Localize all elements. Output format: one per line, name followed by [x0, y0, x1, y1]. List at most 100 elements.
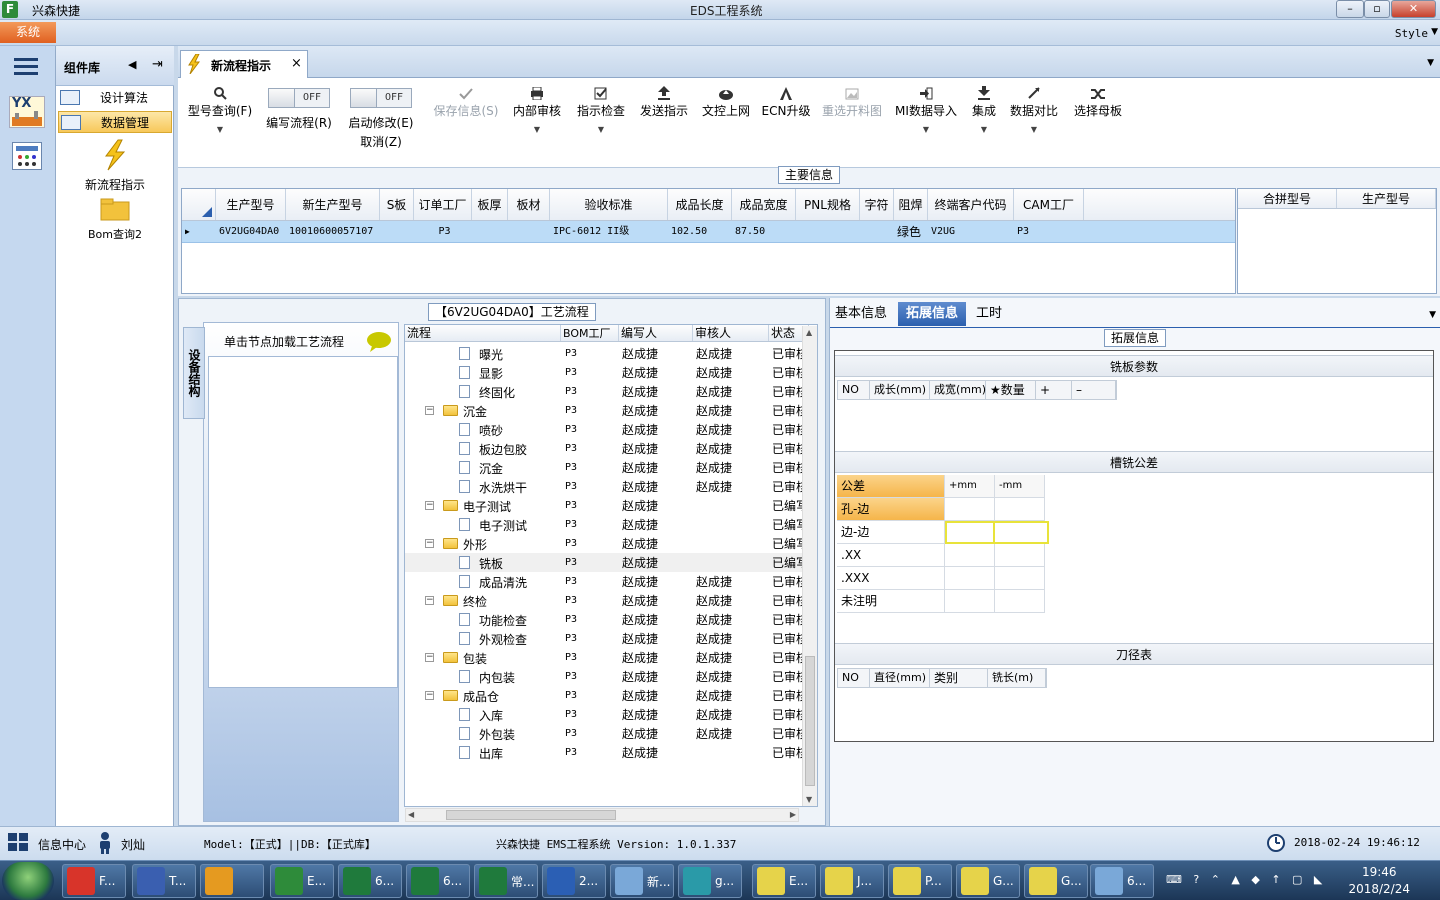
taskbar-app-button[interactable]: 常... — [474, 864, 538, 898]
tree-cell-bom[interactable]: P3 — [561, 462, 619, 473]
scroll-up-icon[interactable]: ▲ — [806, 328, 812, 337]
dock-icon[interactable]: ⇥ — [152, 57, 163, 72]
send-instruction-button[interactable]: 发送指示 — [636, 78, 692, 168]
table-cell[interactable]: IPC-6012 II级 — [550, 221, 668, 242]
tree-cell-writer[interactable]: 赵成捷 — [619, 345, 693, 362]
taskbar-app-button[interactable]: P... — [888, 864, 952, 898]
tree-row[interactable]: − 包装 P3 赵成捷 赵成捷 已审核 — [405, 648, 809, 667]
select-mother-board-button[interactable]: 选择母板 — [1070, 78, 1126, 168]
tree-cell-writer[interactable]: 赵成捷 — [619, 440, 693, 457]
column-header[interactable]: 合拼型号 — [1238, 189, 1337, 208]
tree-row[interactable]: 内包装 P3 赵成捷 赵成捷 已审核 — [405, 667, 809, 686]
tree-cell-writer[interactable]: 赵成捷 — [619, 497, 693, 514]
taskbar-app-button[interactable]: 6... — [1090, 864, 1154, 898]
row-selector-header[interactable] — [182, 189, 216, 220]
tab-menu-icon[interactable]: ▼ — [1427, 58, 1434, 68]
table-cell[interactable] — [796, 221, 860, 242]
table-cell[interactable]: P3 — [414, 221, 472, 242]
column-header[interactable]: S板 — [380, 189, 414, 220]
table-cell[interactable] — [380, 221, 414, 242]
integrate-button[interactable]: 集成 ▼ — [966, 78, 1002, 168]
tree-cell-writer[interactable]: 赵成捷 — [619, 592, 693, 609]
panel-menu-icon[interactable]: ▼ — [1429, 310, 1436, 320]
collapse-toggle-icon[interactable]: − — [425, 691, 434, 700]
tree-cell-reviewer[interactable]: 赵成捷 — [693, 706, 769, 723]
tree-cell-bom[interactable]: P3 — [561, 557, 619, 568]
tree-cell-writer[interactable]: 赵成捷 — [619, 516, 693, 533]
mi-import-button[interactable]: MI数据导入 ▼ — [892, 78, 960, 168]
reselect-cutting-button[interactable]: 重选开料图 — [818, 78, 886, 168]
tab-working-hours[interactable]: 工时 — [976, 302, 1002, 326]
column-header[interactable]: 订单工厂 — [414, 189, 472, 220]
tree-cell-bom[interactable]: P3 — [561, 576, 619, 587]
edit-flow-switch[interactable]: OFF — [268, 88, 330, 108]
tray-clock[interactable]: 19:46 2018/2/24 — [1348, 864, 1410, 898]
tree-cell-bom[interactable]: P3 — [561, 709, 619, 720]
table-cell[interactable] — [472, 221, 508, 242]
internal-review-button[interactable]: 内部审核 ▼ — [508, 78, 566, 168]
scroll-thumb[interactable] — [446, 810, 616, 820]
tolerance-plus-cell[interactable] — [945, 498, 995, 521]
table-cell[interactable]: 87.50 — [732, 221, 796, 242]
calculator-icon[interactable] — [12, 142, 42, 170]
table-cell[interactable]: P3 — [1014, 221, 1084, 242]
tree-cell-writer[interactable]: 赵成捷 — [619, 668, 693, 685]
doc-upload-button[interactable]: 文控上网 — [698, 78, 754, 168]
sidebar-item-design-algorithm[interactable]: 设计算法 — [58, 87, 172, 109]
tab-close-icon[interactable]: × — [291, 56, 302, 71]
tolerance-minus-cell[interactable] — [995, 544, 1045, 567]
tree-cell-reviewer[interactable]: 赵成捷 — [693, 478, 769, 495]
tree-cell-bom[interactable]: P3 — [561, 367, 619, 378]
tree-cell-bom[interactable]: P3 — [561, 348, 619, 359]
tree-row[interactable]: 成品清洗 P3 赵成捷 赵成捷 已审核 — [405, 572, 809, 591]
tab-new-flow[interactable]: 新流程指示 × — [180, 50, 308, 78]
tree-cell-writer[interactable]: 赵成捷 — [619, 630, 693, 647]
taskbar-app-button[interactable]: T... — [132, 864, 196, 898]
tolerance-plus-cell[interactable] — [945, 521, 995, 544]
collapse-toggle-icon[interactable]: − — [425, 501, 434, 510]
tree-row[interactable]: 功能检查 P3 赵成捷 赵成捷 已审核 — [405, 610, 809, 629]
tree-horizontal-scrollbar[interactable]: ◀ ▶ — [405, 808, 799, 822]
tree-cell-reviewer[interactable]: 赵成捷 — [693, 573, 769, 590]
tree-cell-reviewer[interactable]: 赵成捷 — [693, 649, 769, 666]
tree-cell-reviewer[interactable]: 赵成捷 — [693, 725, 769, 742]
tree-cell-bom[interactable]: P3 — [561, 481, 619, 492]
style-menu[interactable]: Style — [1395, 27, 1428, 40]
tree-cell-writer[interactable]: 赵成捷 — [619, 573, 693, 590]
collapse-toggle-icon[interactable]: − — [425, 653, 434, 662]
column-header[interactable]: 生产型号 — [216, 189, 286, 220]
tree-cell-writer[interactable]: 赵成捷 — [619, 478, 693, 495]
tolerance-minus-cell[interactable] — [995, 521, 1049, 544]
tree-row[interactable]: − 终检 P3 赵成捷 赵成捷 已审核 — [405, 591, 809, 610]
instruction-check-button[interactable]: 指示检查 ▼ — [572, 78, 630, 168]
column-header[interactable]: 板厚 — [472, 189, 508, 220]
tree-cell-bom[interactable]: P3 — [561, 405, 619, 416]
tree-row[interactable]: 曝光 P3 赵成捷 赵成捷 已审核 — [405, 344, 809, 363]
scroll-left-icon[interactable]: ◀ — [408, 810, 414, 819]
tree-cell-reviewer[interactable]: 赵成捷 — [693, 630, 769, 647]
tree-cell-reviewer[interactable]: 赵成捷 — [693, 364, 769, 381]
tree-cell-writer[interactable]: 赵成捷 — [619, 554, 693, 571]
tolerance-plus-cell[interactable] — [945, 544, 995, 567]
model-query-button[interactable]: 型号查询(F) ▼ — [182, 78, 258, 168]
system-tray-icons[interactable]: ⌨ ? ⌃ ▲ ◆ ↑ ▢ ◣ — [1166, 873, 1326, 886]
tree-cell-writer[interactable]: 赵成捷 — [619, 535, 693, 552]
column-header[interactable]: 类别 — [930, 669, 988, 687]
tree-cell-writer[interactable]: 赵成捷 — [619, 687, 693, 704]
column-header[interactable]: 成长(mm) — [870, 381, 930, 399]
tree-cell-writer[interactable]: 赵成捷 — [619, 725, 693, 742]
column-header[interactable]: 成宽(mm) — [930, 381, 986, 399]
tree-cell-reviewer[interactable]: 赵成捷 — [693, 345, 769, 362]
column-header[interactable]: 板材 — [508, 189, 550, 220]
table-cell[interactable]: 102.50 — [668, 221, 732, 242]
tree-cell-bom[interactable]: P3 — [561, 747, 619, 758]
taskbar-app-button[interactable]: 新... — [610, 864, 674, 898]
tree-cell-bom[interactable]: P3 — [561, 614, 619, 625]
tree-cell-writer[interactable]: 赵成捷 — [619, 364, 693, 381]
taskbar-app-button[interactable]: 6... — [406, 864, 470, 898]
yx-factory-icon[interactable]: YX — [9, 96, 45, 128]
table-cell[interactable]: 6V2UG04DA0 — [216, 221, 286, 242]
node-list-box[interactable] — [208, 356, 398, 688]
tree-cell-writer[interactable]: 赵成捷 — [619, 706, 693, 723]
tree-cell-bom[interactable]: P3 — [561, 595, 619, 606]
